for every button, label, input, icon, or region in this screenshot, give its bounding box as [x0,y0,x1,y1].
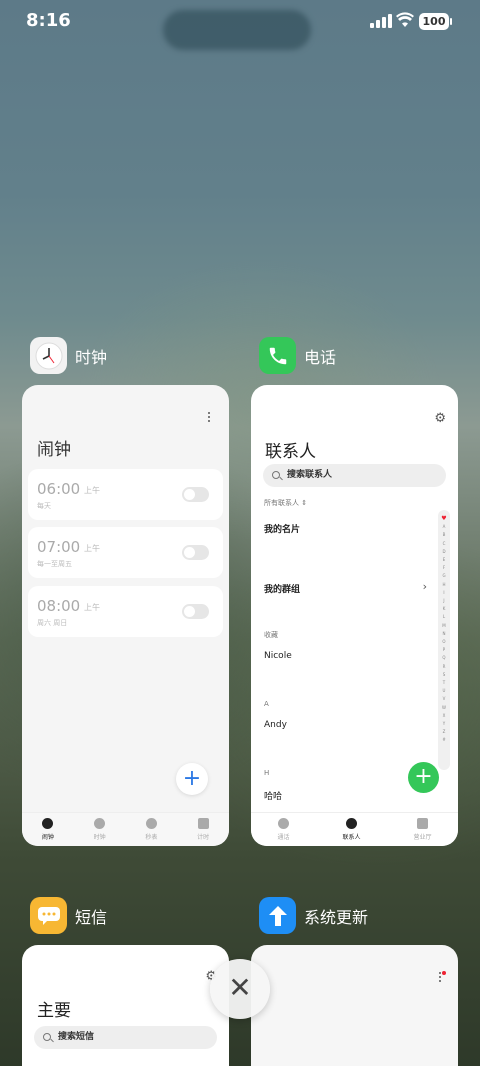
tab-timer[interactable]: 计时 [197,813,209,846]
more-icon[interactable] [207,412,211,424]
contacts-search-input[interactable]: 搜索联系人 [263,464,446,487]
contact-item[interactable]: Nicole [264,651,292,661]
alphabet-index-bar[interactable]: ♥ A B C D E F G H I J K L M N O P Q R S T U V W X Y Z # [438,510,450,770]
update-app-card[interactable] [251,945,458,1066]
alarm-item[interactable]: 08:00 上午 周六 周日 [28,586,223,637]
status-time: 8:16 [26,10,71,31]
phone-app-header[interactable]: 电话 [259,337,336,374]
alarm-repeat: 每天 [37,502,51,510]
messages-page-title: 主要 [37,1001,71,1021]
tab-calls[interactable]: 通话 [277,813,290,846]
contacts-app-card[interactable]: ⚙ 联系人 搜索联系人 所有联系人 ⇕ 我的名片 我的群组 › 收藏 Nicol… [251,385,458,846]
alarm-item[interactable]: 07:00 上午 每一至周五 [28,527,223,578]
signal-icon [370,14,392,28]
messages-search-input[interactable]: 搜索短信 [34,1026,217,1049]
contact-item[interactable]: Andy [264,720,287,730]
alarm-toggle[interactable] [182,487,209,502]
dynamic-island [163,10,311,50]
tab-clock[interactable]: 时钟 [94,813,106,846]
alarm-repeat: 每一至周五 [37,560,72,568]
notification-dot [442,971,446,975]
update-app-icon [259,897,296,934]
phone-icon [277,818,289,829]
clock-app-card[interactable]: 闹钟 06:00 上午 每天 07:00 上午 每一至周五 08:00 上午 周… [22,385,229,846]
wifi-icon [396,12,414,27]
my-groups-item[interactable]: 我的群组 [264,582,300,595]
hourglass-icon [197,818,209,829]
messages-app-name: 短信 [75,907,108,927]
gear-icon[interactable]: ⚙ [434,411,446,426]
stopwatch-icon [145,818,157,829]
contacts-page-title: 联系人 [265,442,316,462]
status-bar: 8:16 100 [0,0,480,50]
battery-indicator: 100 [419,13,452,30]
store-icon [416,818,428,829]
alarm-ampm: 上午 [84,486,100,495]
person-icon [345,818,357,829]
add-alarm-button[interactable]: + [176,763,208,795]
alarm-ampm: 上午 [84,603,100,612]
alarm-toggle[interactable] [182,604,209,619]
messages-app-header[interactable]: 短信 [30,897,107,934]
contacts-filter[interactable]: 所有联系人 ⇕ [264,498,307,508]
alarm-time: 08:00 [37,597,81,615]
messages-app-card[interactable]: ⚙ 主要 搜索短信 [22,945,229,1066]
alarm-toggle[interactable] [182,545,209,560]
clock-tab-bar: 闹钟 时钟 秒表 计时 [22,812,229,846]
close-all-button[interactable]: ✕ [210,959,270,1019]
alarm-time: 06:00 [37,480,81,498]
section-header: H [264,769,270,777]
tab-alarm[interactable]: 闹钟 [42,813,54,846]
clock-page-title: 闹钟 [37,440,71,460]
update-app-header[interactable]: 系统更新 [259,897,368,934]
phone-app-icon [259,337,296,374]
tab-service-hall[interactable]: 营业厅 [413,813,432,846]
alarm-item[interactable]: 06:00 上午 每天 [28,469,223,520]
phone-app-name: 电话 [304,347,337,367]
add-contact-button[interactable]: + [408,762,439,793]
alarm-icon [42,818,54,829]
tab-contacts[interactable]: 联系人 [342,813,361,846]
favorites-label: 收藏 [264,631,278,639]
alarm-time: 07:00 [37,538,81,556]
section-header: A [264,700,269,708]
phone-tab-bar: 通话 联系人 营业厅 [251,812,458,846]
search-icon [43,1033,51,1041]
contact-item[interactable]: 哈哈 [264,789,282,802]
tab-stopwatch[interactable]: 秒表 [145,813,157,846]
clock-app-name: 时钟 [75,347,108,367]
my-card-item[interactable]: 我的名片 [264,522,300,535]
clock-app-icon [30,337,67,374]
update-app-name: 系统更新 [304,907,369,927]
search-icon [272,471,280,479]
message-app-icon [30,897,67,934]
alarm-repeat: 周六 周日 [37,619,68,627]
chevron-right-icon: › [422,580,427,593]
clock-app-header[interactable]: 时钟 [30,337,107,374]
clock-icon [94,818,106,829]
alarm-ampm: 上午 [84,544,100,553]
